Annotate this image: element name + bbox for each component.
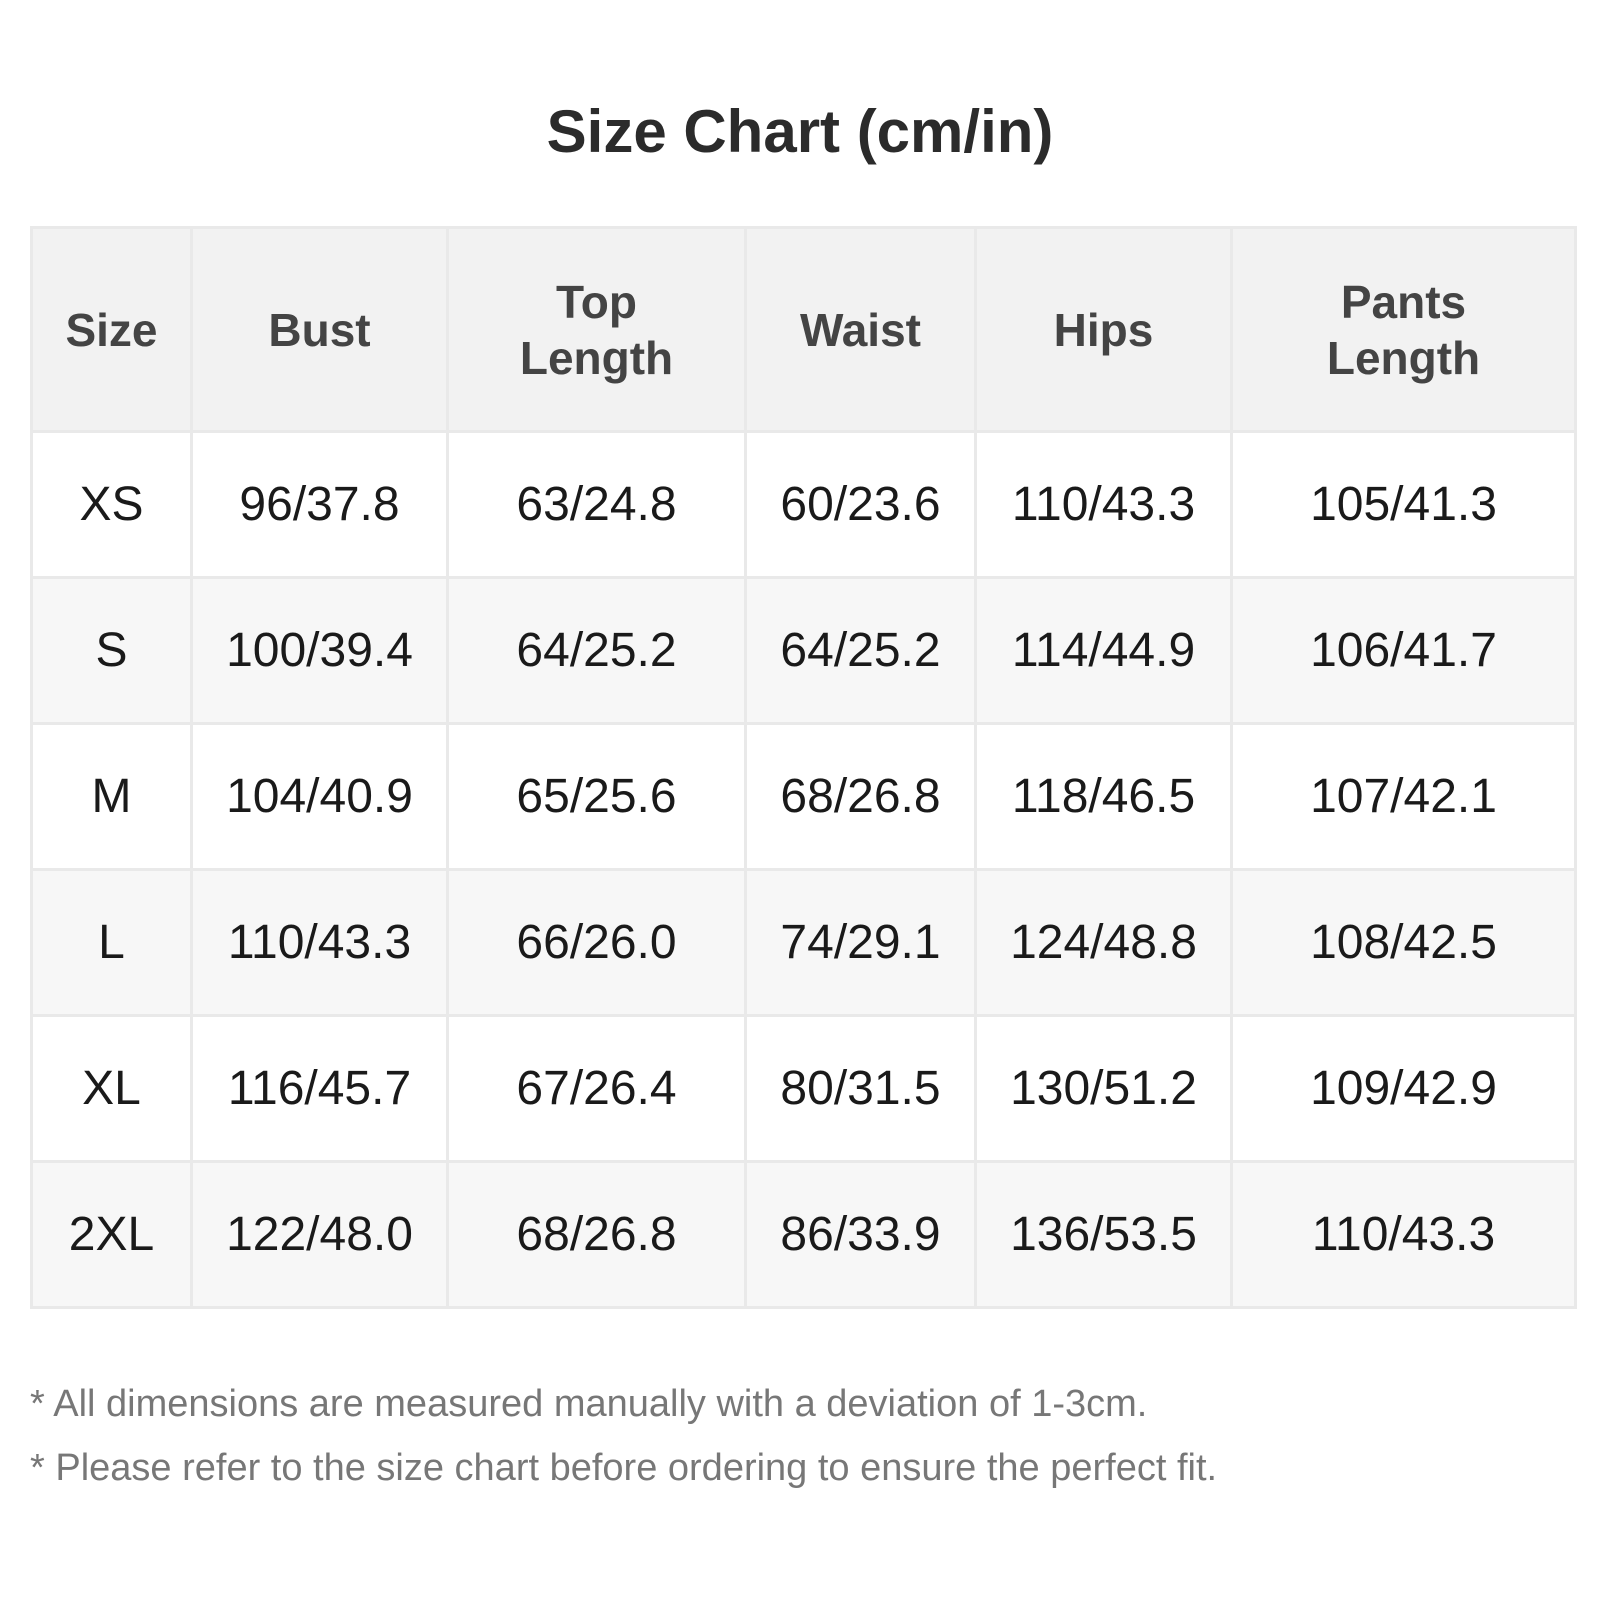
cell-hips: 130/51.2	[974, 1014, 1233, 1163]
table-row: 2XL 122/48.0 68/26.8 86/33.9 136/53.5 11…	[30, 1160, 1577, 1309]
note-refer-size-chart: * Please refer to the size chart before …	[30, 1447, 1218, 1489]
cell-top-length: 64/25.2	[446, 576, 747, 725]
note-deviation: * All dimensions are measured manually w…	[30, 1383, 1148, 1425]
cell-waist: 80/31.5	[744, 1014, 977, 1163]
cell-top-length: 66/26.0	[446, 868, 747, 1017]
column-header-size: Size	[30, 226, 193, 433]
cell-top-length: 65/25.6	[446, 722, 747, 871]
cell-pants-length: 108/42.5	[1230, 868, 1577, 1017]
size-table: Size Bust Top Length Waist Hips Pants Le…	[30, 226, 1577, 1309]
column-header-top-length: Top Length	[446, 226, 747, 433]
cell-bust: 100/39.4	[190, 576, 449, 725]
table-header-row: Size Bust Top Length Waist Hips Pants Le…	[30, 226, 1577, 433]
cell-bust: 116/45.7	[190, 1014, 449, 1163]
cell-bust: 104/40.9	[190, 722, 449, 871]
notes: * All dimensions are measured manually w…	[30, 1372, 1570, 1500]
cell-bust: 122/48.0	[190, 1160, 449, 1309]
column-header-pants-length: Pants Length	[1230, 226, 1577, 433]
cell-hips: 124/48.8	[974, 868, 1233, 1017]
cell-waist: 64/25.2	[744, 576, 977, 725]
cell-hips: 136/53.5	[974, 1160, 1233, 1309]
table-row: M 104/40.9 65/25.6 68/26.8 118/46.5 107/…	[30, 722, 1577, 871]
cell-size: S	[30, 576, 193, 725]
table-row: XL 116/45.7 67/26.4 80/31.5 130/51.2 109…	[30, 1014, 1577, 1163]
cell-top-length: 67/26.4	[446, 1014, 747, 1163]
cell-waist: 86/33.9	[744, 1160, 977, 1309]
table-row: S 100/39.4 64/25.2 64/25.2 114/44.9 106/…	[30, 576, 1577, 725]
cell-pants-length: 107/42.1	[1230, 722, 1577, 871]
cell-size: 2XL	[30, 1160, 193, 1309]
cell-bust: 110/43.3	[190, 868, 449, 1017]
column-header-bust: Bust	[190, 226, 449, 433]
column-header-hips: Hips	[974, 226, 1233, 433]
cell-pants-length: 106/41.7	[1230, 576, 1577, 725]
cell-waist: 60/23.6	[744, 430, 977, 579]
cell-size: M	[30, 722, 193, 871]
cell-hips: 114/44.9	[974, 576, 1233, 725]
cell-top-length: 68/26.8	[446, 1160, 747, 1309]
cell-bust: 96/37.8	[190, 430, 449, 579]
page-title: Size Chart (cm/in)	[546, 98, 1054, 165]
cell-hips: 118/46.5	[974, 722, 1233, 871]
cell-pants-length: 109/42.9	[1230, 1014, 1577, 1163]
cell-pants-length: 110/43.3	[1230, 1160, 1577, 1309]
table-row: XS 96/37.8 63/24.8 60/23.6 110/43.3 105/…	[30, 430, 1577, 579]
cell-size: XL	[30, 1014, 193, 1163]
cell-waist: 74/29.1	[744, 868, 977, 1017]
cell-top-length: 63/24.8	[446, 430, 747, 579]
cell-hips: 110/43.3	[974, 430, 1233, 579]
cell-pants-length: 105/41.3	[1230, 430, 1577, 579]
column-header-waist: Waist	[744, 226, 977, 433]
table-row: L 110/43.3 66/26.0 74/29.1 124/48.8 108/…	[30, 868, 1577, 1017]
cell-size: XS	[30, 430, 193, 579]
cell-waist: 68/26.8	[744, 722, 977, 871]
cell-size: L	[30, 868, 193, 1017]
